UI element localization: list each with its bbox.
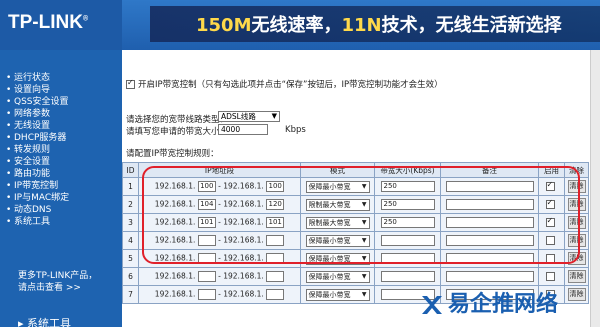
ip-start-input[interactable] bbox=[197, 289, 216, 300]
clear-button[interactable]: 清除 bbox=[567, 270, 586, 283]
sidebar-item[interactable]: 动态DNS bbox=[0, 204, 122, 216]
tp-link-logo: TP-LINK® bbox=[8, 12, 89, 33]
sidebar-item[interactable]: 运行状态 bbox=[0, 72, 122, 84]
row-id: 2 bbox=[122, 195, 139, 214]
sidebar-item[interactable]: DHCP服务器 bbox=[0, 132, 122, 144]
watermark-logo-icon bbox=[420, 293, 444, 317]
ip-separator: - 192.168.1. bbox=[218, 271, 264, 281]
row-id: 6 bbox=[122, 267, 139, 286]
row-id: 1 bbox=[122, 177, 139, 196]
ip-separator: - 192.168.1. bbox=[218, 289, 264, 299]
delete-cell: 清除 bbox=[564, 267, 589, 286]
ip-prefix: 192.168.1. bbox=[154, 289, 196, 299]
clear-button[interactable]: 清除 bbox=[567, 288, 586, 301]
rules-label: 请配置IP带宽控制规则： bbox=[126, 149, 219, 159]
enable-bandwidth-control-row: 开启IP带宽控制（只有勾选此项并点击“保存”按钮后，IP带宽控制功能才会生效） bbox=[126, 78, 443, 90]
row-id: 3 bbox=[122, 213, 139, 232]
row-enable-checkbox[interactable] bbox=[545, 272, 555, 282]
sidebar-item[interactable]: 路由功能 bbox=[0, 168, 122, 180]
row-id: 4 bbox=[122, 231, 139, 250]
mode-select[interactable]: 保障最小带宽 bbox=[305, 288, 370, 301]
line-type-label: 请选择您的宽带线路类型： bbox=[126, 115, 229, 125]
slogan: 150M无线速率，11N技术，无线生活新选择 bbox=[196, 15, 562, 36]
sidebar-item[interactable]: 无线设置 bbox=[0, 120, 122, 132]
ip-range-cell: 192.168.1. - 192.168.1. bbox=[138, 285, 301, 304]
mode-select[interactable]: 保障最小带宽 bbox=[305, 270, 370, 283]
row-id: 7 bbox=[122, 285, 139, 304]
sidebar-menu: 运行状态设置向导QSS安全设置网络参数无线设置DHCP服务器转发规则安全设置路由… bbox=[0, 50, 122, 228]
row-id: 5 bbox=[122, 249, 139, 268]
sidebar-item[interactable]: 网络参数 bbox=[0, 108, 122, 120]
logo-area: TP-LINK® bbox=[0, 0, 122, 50]
ip-end-input[interactable] bbox=[266, 289, 285, 300]
ip-end-input[interactable] bbox=[266, 271, 285, 282]
ip-prefix: 192.168.1. bbox=[154, 271, 196, 281]
line-type-select[interactable]: ADSL线路 ▼ bbox=[218, 111, 280, 122]
ip-start-input[interactable] bbox=[197, 271, 216, 282]
note-cell bbox=[440, 267, 539, 286]
table-row: 6192.168.1. - 192.168.1. 保障最小带宽清除 bbox=[122, 267, 589, 286]
col-id: ID bbox=[122, 162, 139, 178]
enable-cell bbox=[538, 267, 565, 286]
header-banner: TP-LINK® 150M无线速率，11N技术，无线生活新选择 bbox=[0, 0, 600, 50]
ip-range-cell: 192.168.1. - 192.168.1. bbox=[138, 267, 301, 286]
sidebar-item[interactable]: QSS安全设置 bbox=[0, 96, 122, 108]
mode-cell: 保障最小带宽 bbox=[300, 267, 375, 286]
bandwidth-input[interactable]: 4000 bbox=[218, 124, 268, 135]
sidebar-item[interactable]: IP带宽控制 bbox=[0, 180, 122, 192]
sidebar-item[interactable]: 转发规则 bbox=[0, 144, 122, 156]
sidebar-item[interactable]: IP与MAC绑定 bbox=[0, 192, 122, 204]
vertical-scrollbar[interactable] bbox=[590, 50, 600, 327]
bandwidth-cell bbox=[374, 267, 441, 286]
sidebar-item[interactable]: 安全设置 bbox=[0, 156, 122, 168]
site-watermark: 易企推网络 bbox=[420, 286, 558, 318]
bandwidth-label: 请填写您申请的带宽大小： bbox=[126, 127, 229, 137]
note-input[interactable] bbox=[445, 271, 534, 282]
sidebar-nav: 运行状态设置向导QSS安全设置网络参数无线设置DHCP服务器转发规则安全设置路由… bbox=[0, 50, 122, 330]
delete-cell: 清除 bbox=[564, 285, 589, 304]
enable-bandwidth-control-checkbox[interactable] bbox=[126, 78, 135, 89]
highlight-annotation bbox=[142, 166, 580, 264]
bandwidth-unit: Kbps bbox=[285, 125, 306, 135]
mode-cell: 保障最小带宽 bbox=[300, 285, 375, 304]
more-products-link[interactable]: 更多TP-LINK产品， 请点击查看 >> bbox=[18, 270, 97, 294]
sidebar-item[interactable]: 设置向导 bbox=[0, 84, 122, 96]
sidebar-item[interactable]: 系统工具 bbox=[0, 216, 122, 228]
sidebar-footer-system-tools[interactable]: 系统工具 bbox=[18, 315, 71, 331]
bandwidth-value-input[interactable] bbox=[380, 271, 435, 282]
